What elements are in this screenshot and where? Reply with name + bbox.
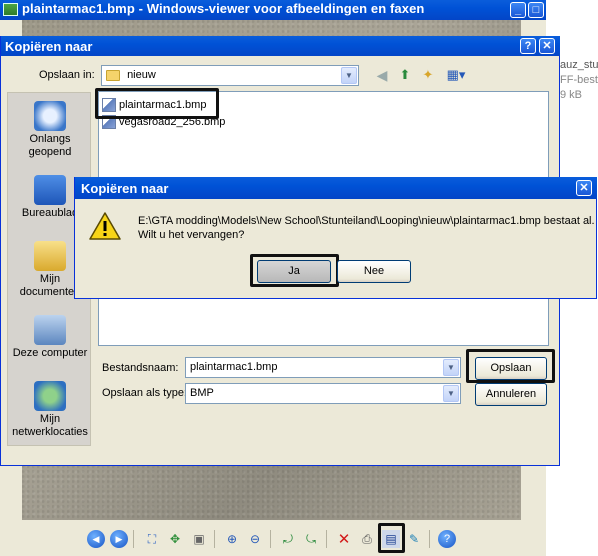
toolbar-separator bbox=[214, 530, 215, 548]
yes-button-highlight bbox=[250, 254, 339, 287]
view-menu-icon[interactable]: ▦▾ bbox=[443, 66, 469, 84]
maximize-button[interactable]: □ bbox=[528, 2, 544, 18]
confirm-message-line-1: E:\GTA modding\Models\New School\Stuntei… bbox=[138, 215, 595, 227]
toolbar-separator bbox=[270, 530, 271, 548]
place-label: Mijn netwerklocaties bbox=[12, 413, 88, 438]
zoom-out-icon[interactable]: ⊖ bbox=[246, 530, 264, 548]
recent-documents-icon bbox=[34, 101, 66, 131]
viewer-toolbar bbox=[0, 520, 546, 556]
no-button[interactable]: Nee bbox=[337, 260, 411, 283]
place-recent[interactable]: Onlangs geopend bbox=[8, 101, 92, 159]
toolbar-separator bbox=[133, 530, 134, 548]
background-window-snippet: auz_stu FF-besta 9 kB bbox=[560, 58, 598, 103]
previous-icon[interactable]: ◀ bbox=[87, 530, 105, 548]
confirm-message: E:\GTA modding\Models\New School\Stuntei… bbox=[138, 214, 595, 242]
confirm-title-bar: Kopiëren naar ✕ bbox=[75, 177, 597, 199]
next-icon[interactable]: ▶ bbox=[110, 530, 128, 548]
filename-label: Bestandsnaam: bbox=[102, 362, 179, 374]
zoom-in-icon[interactable]: ⊕ bbox=[223, 530, 241, 548]
save-icon-highlight bbox=[378, 523, 405, 553]
folder-icon bbox=[106, 69, 120, 81]
cancel-button[interactable]: Annuleren bbox=[475, 383, 547, 406]
my-documents-icon bbox=[34, 241, 66, 271]
edit-icon[interactable]: ✎ bbox=[405, 530, 423, 548]
close-button[interactable]: ✕ bbox=[539, 38, 555, 54]
confirm-overwrite-dialog: Kopiëren naar ✕ E:\GTA modding\Models\Ne… bbox=[74, 177, 597, 299]
confirm-title: Kopiëren naar bbox=[81, 181, 169, 196]
selected-file-highlight bbox=[95, 88, 219, 119]
new-folder-icon[interactable]: ✦ bbox=[419, 66, 437, 84]
save-dialog-title: Kopiëren naar bbox=[5, 39, 93, 54]
up-folder-icon[interactable]: ⬆ bbox=[396, 66, 414, 84]
place-label: Onlangs geopend bbox=[28, 133, 72, 158]
actual-size-icon[interactable]: ✥ bbox=[166, 530, 184, 548]
save-button-highlight bbox=[466, 349, 555, 383]
rotate-counterclockwise-icon[interactable]: ⤿ bbox=[302, 530, 320, 548]
back-icon[interactable]: ◀ bbox=[373, 66, 391, 84]
save-type-value: BMP bbox=[190, 387, 214, 399]
save-dialog-title-bar: Kopiëren naar ? ✕ bbox=[1, 36, 560, 56]
print-icon[interactable]: ⎙ bbox=[358, 530, 376, 548]
minimize-button[interactable]: _ bbox=[510, 2, 526, 18]
place-network[interactable]: Mijn netwerklocaties bbox=[8, 381, 92, 439]
image-viewer-app-icon bbox=[3, 3, 18, 16]
viewer-title-bar: plaintarmac1.bmp - Windows-viewer voor a… bbox=[0, 0, 546, 20]
filename-input[interactable]: plaintarmac1.bmp ▼ bbox=[185, 357, 461, 378]
save-in-dropdown[interactable]: nieuw ▼ bbox=[101, 65, 359, 86]
place-label: Bureaublad bbox=[21, 207, 79, 219]
confirm-message-line-2: Wilt u het vervangen? bbox=[138, 229, 245, 241]
side-line-1: auz_stu bbox=[560, 59, 598, 71]
viewer-title: plaintarmac1.bmp - Windows-viewer voor a… bbox=[22, 1, 425, 16]
save-type-label: Opslaan als type: bbox=[102, 387, 187, 399]
toolbar-separator bbox=[429, 530, 430, 548]
save-type-dropdown[interactable]: BMP ▼ bbox=[185, 383, 461, 404]
desktop-icon bbox=[34, 175, 66, 205]
chevron-down-icon[interactable]: ▼ bbox=[341, 67, 357, 84]
save-in-label: Opslaan in: bbox=[39, 69, 95, 81]
place-my-computer[interactable]: Deze computer bbox=[8, 315, 92, 360]
place-label: Deze computer bbox=[12, 347, 88, 359]
slideshow-icon[interactable]: ▣ bbox=[190, 530, 208, 548]
chevron-down-icon[interactable]: ▼ bbox=[443, 359, 459, 376]
my-computer-icon bbox=[34, 315, 66, 345]
filename-value: plaintarmac1.bmp bbox=[190, 361, 278, 373]
toolbar-separator bbox=[326, 530, 327, 548]
close-button[interactable]: ✕ bbox=[576, 180, 592, 196]
delete-icon[interactable]: ✕ bbox=[335, 530, 353, 548]
chevron-down-icon[interactable]: ▼ bbox=[443, 385, 459, 402]
network-places-icon bbox=[34, 381, 66, 411]
side-line-3: 9 kB bbox=[560, 89, 583, 101]
warning-icon bbox=[89, 212, 121, 240]
save-in-value: nieuw bbox=[127, 69, 156, 81]
best-fit-icon[interactable]: ⛶ bbox=[143, 530, 161, 548]
rotate-clockwise-icon[interactable]: ⤾ bbox=[279, 530, 297, 548]
help-icon[interactable]: ? bbox=[438, 530, 456, 548]
help-button[interactable]: ? bbox=[520, 38, 536, 54]
side-line-2: FF-besta bbox=[560, 74, 598, 86]
